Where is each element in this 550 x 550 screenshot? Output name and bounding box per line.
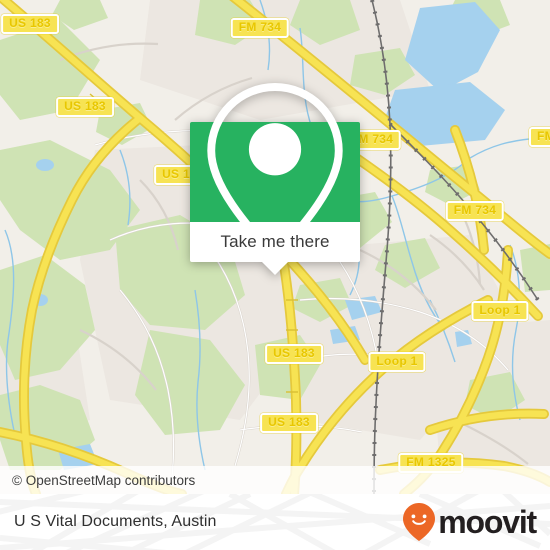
map-attribution-bar: © OpenStreetMap contributors: [0, 466, 550, 494]
road-shield: FM 734: [445, 201, 505, 221]
popup-icon-panel: [190, 83, 360, 261]
take-me-there-label: Take me there: [220, 232, 330, 251]
road-shield: Loop 1: [471, 301, 529, 321]
moovit-wordmark: moovit: [438, 504, 537, 540]
map-canvas[interactable]: US 183 FM 734 US 183 US 183 FM 734 FM FM…: [0, 0, 550, 494]
road-shield: FM: [529, 127, 550, 147]
road-shield: US 183: [56, 97, 114, 117]
place-title: U S Vital Documents, Austin: [14, 513, 217, 530]
footer-bar: U S Vital Documents, Austin moovit: [0, 494, 550, 550]
road-shield: US 183: [1, 14, 59, 34]
popup-tail: [262, 262, 288, 275]
osm-attribution-text[interactable]: © OpenStreetMap contributors: [12, 473, 195, 488]
moovit-place-map-screenshot: US 183 FM 734 US 183 US 183 FM 734 FM FM…: [0, 0, 550, 550]
road-shield: Loop 1: [368, 352, 426, 372]
moovit-brand[interactable]: moovit: [402, 502, 537, 542]
moovit-smiling-pin-icon: [403, 503, 436, 541]
place-popup-card[interactable]: Take me there: [190, 83, 360, 275]
map-pin-icon: [207, 83, 343, 261]
